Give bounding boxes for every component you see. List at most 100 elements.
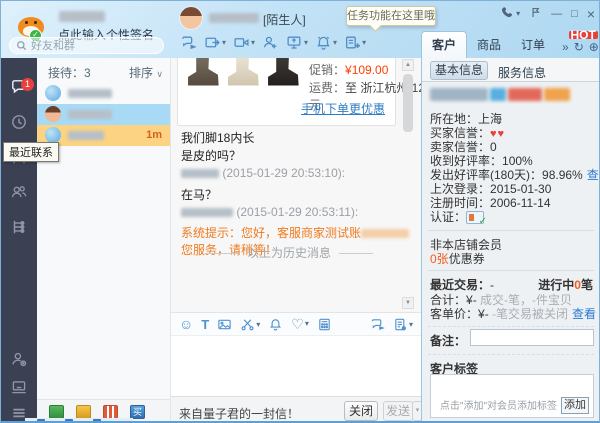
chat-log-icon[interactable] [370,317,385,332]
contact-avatar [45,85,61,101]
chat-scrollbar[interactable]: ▲ ▼ [402,59,414,309]
wangwang-window: ✓ 点此输入个性签名 [陌生人] ▾ ▾ ▾ ▾ ▾ 任务功能在这里哦 ▾ — [0,0,600,423]
taskbar-peek [25,418,133,423]
maximize-button[interactable]: □ [571,7,578,21]
caret-icon[interactable]: ▾ [256,320,260,329]
quick-reply-icon[interactable]: ▾ [393,317,413,332]
trade-average: 客单价：¥- -笔交易被关闭查看 [430,305,596,322]
favorite-heart-icon[interactable]: ♡▾ [291,317,309,331]
more-tabs-icon[interactable]: » [562,40,569,54]
add-tag-button[interactable]: 添加 [561,397,589,414]
caret-icon[interactable]: ▾ [251,38,255,47]
caret-icon[interactable]: ▾ [222,38,226,47]
reminder-bell-icon[interactable] [268,317,283,332]
org-structure-icon[interactable] [10,218,28,236]
peer-stranger-tag: [陌生人] [263,11,306,28]
device-manager-icon[interactable] [10,378,28,396]
scroll-down-icon[interactable]: ▼ [402,297,414,309]
history-divider: 以上为历史消息 [171,244,407,261]
contact-list-panel: 接待：3 排序 ∨ 1m 买 [37,58,171,423]
id-cert-icon[interactable]: ✓ [466,211,484,224]
sender-name-redacted [181,208,233,217]
caret-icon[interactable]: ▾ [305,317,309,331]
phone-caret-icon[interactable]: ▾ [516,7,520,21]
send-image-icon[interactable] [217,317,232,332]
caret-icon[interactable]: ▾ [409,320,413,329]
add-contact-icon[interactable] [262,34,279,51]
close-chat-button[interactable]: 关闭 [344,401,378,421]
caret-icon[interactable]: ▾ [304,38,308,47]
sort-caret-icon: ∨ [156,69,163,79]
screenshot-scissors-icon[interactable]: ▾ [240,317,260,332]
search-input[interactable] [31,40,141,52]
message-meta: (2015-01-29 20:53:10): [181,166,345,180]
contact-name-redacted [68,131,104,140]
phone-call-icon[interactable] [500,5,514,22]
peer-avatar[interactable] [179,6,203,30]
tab-orders[interactable]: 订单 [511,32,555,58]
promo-price-row: 促销：¥109.00 [309,61,388,78]
message-history: 促销：¥109.00 运费：至 浙江杭州 12.00 元 手机下单更优惠 我们脚… [171,58,421,312]
pin-window-icon[interactable] [529,6,542,22]
refresh-icon[interactable]: ↻ [574,40,584,54]
scroll-thumb[interactable] [403,74,413,132]
self-name-redacted [59,11,105,22]
info-subtabs: 基本信息 服务信息 [422,58,600,82]
sort-dropdown[interactable]: 排序 ∨ [129,64,163,81]
caret-icon[interactable]: ▾ [333,38,337,47]
input-toolbar: ☺ T ▾ ♡▾ ▾ [171,312,421,336]
subtab-service-info[interactable]: 服务信息 [498,64,546,81]
shop-icon[interactable] [103,405,118,419]
view-closed-link[interactable]: 查看 [572,307,596,321]
buyer-message: 在马？ [181,186,217,203]
close-button[interactable]: × [587,7,595,21]
trade-manage-icon[interactable] [49,405,64,419]
wallet-icon[interactable] [76,405,91,419]
customer-tags-box: 点击"添加"对会员添加标签 添加 [430,374,594,418]
friends-groups-icon[interactable] [10,183,28,201]
customer-name-redacted [430,88,572,101]
chat-column: 促销：¥109.00 运费：至 浙江杭州 12.00 元 手机下单更优惠 我们脚… [171,58,421,423]
note-input[interactable] [470,329,594,346]
wait-time-badge: 1m [146,129,162,141]
hot-badge: HOT [569,31,598,39]
tab-customer[interactable]: 客户 [421,31,467,58]
view-rate-link[interactable]: 查看 [587,168,600,182]
alarm-reminder-icon[interactable]: ▾ [315,34,337,51]
subtab-basic-info[interactable]: 基本信息 [430,61,488,80]
panel-tabs: 客户 商品 订单 » ↻ ⊕ HOT [421,33,600,58]
promo-price: ¥109.00 [345,63,388,77]
account-settings-icon[interactable] [10,350,28,368]
search-box[interactable] [9,37,164,54]
mobile-order-link[interactable]: 手机下单更优惠 [301,100,385,117]
send-button[interactable]: 发送 [383,401,413,421]
buy-icon[interactable]: 买 [130,405,145,419]
task-create-icon[interactable]: ▾ [344,34,366,51]
emoji-icon[interactable]: ☺ [179,317,193,331]
buyer-message: 我们脚18内长 [181,129,254,146]
forward-icon[interactable]: ▾ [204,34,226,51]
message-input-area[interactable] [171,336,421,396]
font-format-icon[interactable]: T [201,317,209,332]
scroll-up-icon[interactable]: ▲ [402,59,414,71]
nav-sidebar [1,58,37,423]
contact-row-2-selected[interactable] [37,104,170,125]
calculator-icon[interactable] [317,317,332,332]
search-icon [16,40,27,51]
product-image [186,58,220,87]
chat-footer: 来自量子君的一封信！ 关闭 发送 ▾ [171,396,421,423]
contact-row-1[interactable] [37,83,170,104]
caret-icon[interactable]: ▾ [362,38,366,47]
product-card[interactable]: 促销：¥109.00 运费：至 浙江杭州 12.00 元 手机下单更优惠 [177,58,396,126]
history-clock-icon[interactable] [10,113,28,131]
contact-name-redacted [68,89,112,98]
tags-hint: 点击"添加"对会员添加标签 [440,397,557,412]
tab-products[interactable]: 商品 [467,32,511,58]
screen-share-icon[interactable]: ▾ [286,34,308,51]
chat-toolbar: ▾ ▾ ▾ ▾ ▾ [180,34,373,51]
transfer-chat-icon[interactable] [180,34,197,51]
minimize-button[interactable]: — [551,7,562,21]
add-plugin-icon[interactable]: ⊕ [589,40,599,54]
video-call-icon[interactable]: ▾ [233,34,255,51]
contact-name-redacted [68,110,112,119]
